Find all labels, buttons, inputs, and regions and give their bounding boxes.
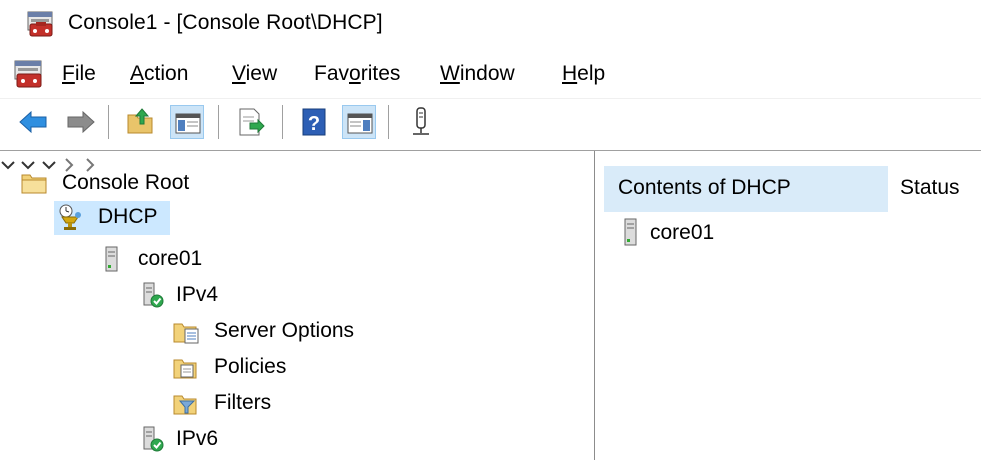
column-header-status[interactable]: Status	[888, 166, 981, 212]
server-icon	[618, 217, 644, 247]
list-item-core01[interactable]: core01	[604, 217, 974, 251]
folder-icon	[20, 169, 48, 197]
chevron-down-icon[interactable]	[0, 160, 20, 177]
policies-folder-icon	[172, 353, 200, 381]
server-icon	[98, 245, 126, 273]
tree-item-ipv4[interactable]: IPv4	[136, 279, 256, 313]
title-bar: Console1 - [Console Root\DHCP]	[0, 0, 981, 46]
menu-view[interactable]: View	[232, 62, 277, 86]
back-arrow-icon[interactable]	[16, 105, 50, 139]
menu-action[interactable]: Action	[130, 62, 188, 86]
ipv6-icon	[138, 425, 166, 453]
tree-item-server-options[interactable]: Server Options	[170, 315, 390, 349]
results-pane: Contents of DHCP Status core01	[604, 157, 981, 460]
export-list-icon[interactable]	[234, 105, 268, 139]
tree-item-ipv6[interactable]: IPv6	[136, 423, 256, 457]
menu-file[interactable]: File	[62, 62, 96, 86]
menu-bar: File Action View Favorites Window Help	[0, 56, 981, 94]
connect-icon[interactable]	[404, 105, 438, 139]
dhcp-icon	[56, 203, 84, 231]
help-icon[interactable]: ?	[298, 105, 332, 139]
column-header-contents[interactable]: Contents of DHCP	[604, 166, 888, 212]
server-options-folder-icon	[172, 317, 200, 345]
mmc-console-icon	[26, 10, 56, 38]
tree-item-filters[interactable]: Filters	[170, 387, 310, 421]
console-document-icon[interactable]	[12, 59, 46, 89]
tree-item-dhcp[interactable]: DHCP	[54, 201, 170, 235]
toolbar-separator	[282, 105, 283, 139]
up-folder-icon[interactable]	[124, 105, 158, 139]
menu-window[interactable]: Window	[440, 62, 515, 86]
tree-item-console-root[interactable]: Console Root	[20, 167, 270, 201]
toolbar-separator	[108, 105, 109, 139]
filters-folder-icon	[172, 389, 200, 417]
pane-splitter[interactable]	[594, 151, 600, 460]
menu-favorites[interactable]: Favorites	[314, 62, 400, 86]
ipv4-icon	[138, 281, 166, 309]
svg-text:?: ?	[308, 113, 320, 135]
tree-item-core01[interactable]: core01	[96, 243, 246, 277]
toolbar-separator	[388, 105, 389, 139]
toolbar: ?	[0, 98, 981, 147]
show-hide-action-pane-icon[interactable]	[342, 105, 376, 139]
show-hide-tree-icon[interactable]	[170, 105, 204, 139]
console-tree[interactable]: Console Root DHCP core01 IPv4 Server Opt…	[0, 157, 595, 460]
forward-arrow-icon[interactable]	[64, 105, 98, 139]
work-area: Console Root DHCP core01 IPv4 Server Opt…	[0, 150, 981, 460]
window-title: Console1 - [Console Root\DHCP]	[68, 11, 383, 34]
toolbar-separator	[218, 105, 219, 139]
menu-help[interactable]: Help	[562, 62, 605, 86]
tree-item-policies[interactable]: Policies	[170, 351, 330, 385]
